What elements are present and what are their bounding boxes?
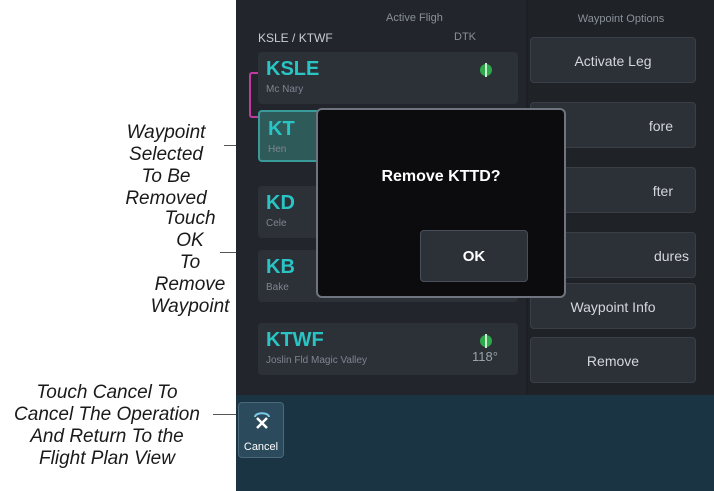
waypoint-name: Bake [266,282,289,293]
waypoint-row-ktwf[interactable]: KTWF Joslin Fld Magic Valley 118° [258,323,518,375]
waypoint-name: Joslin Fld Magic Valley [266,355,367,366]
waypoint-id: KTWF [266,329,324,351]
remove-confirm-dialog: Remove KTTD? OK [316,108,566,298]
waypoint-name: Hen [268,144,287,155]
waypoint-name: Cele [266,218,287,229]
cancel-icon [254,412,270,429]
activate-leg-button[interactable]: Activate Leg [530,37,696,83]
callout-ok: Touch OK To Remove Waypoint [150,208,230,318]
dialog-message: Remove KTTD? [381,168,501,185]
remove-button[interactable]: Remove [530,337,696,383]
waypoint-id: KD [266,192,295,214]
callout-cancel-line: Cancel The Operation [14,404,200,425]
nav-label: Active Fligh [386,12,443,24]
dtk-header: DTK [454,31,476,43]
waypoint-row-ksle[interactable]: KSLE Mc Nary [258,52,518,104]
callout-cancel: Touch Cancel To Cancel The Operation And… [0,382,214,470]
callout-ok-line: Touch OK [164,208,216,251]
callout-selected-line: Waypoint Selected [126,122,206,165]
callout-cancel-line: And Return To the [30,426,184,447]
waypoint-name: Mc Nary [266,84,304,95]
callout-cancel-line: Touch Cancel To [36,382,178,403]
waypoint-options-title: Waypoint Options [577,13,665,25]
flight-plan-header: Active Fligh KSLE / KTWF DTK [236,0,526,45]
waypoint-dtk: 118° [472,349,498,364]
bottom-bar [236,395,714,491]
airport-icon [480,334,492,348]
waypoint-id: KB [266,256,295,278]
device-screen: Active Fligh KSLE / KTWF DTK KSLE Mc Nar… [236,0,714,491]
waypoint-id: KT [268,118,295,140]
cancel-button[interactable]: Cancel [238,402,284,458]
callout-ok-line: Waypoint [150,296,230,317]
ok-button[interactable]: OK [420,230,528,282]
callout-selected: Waypoint Selected To Be Removed [110,122,222,210]
waypoint-id: KSLE [266,58,320,80]
callout-cancel-line: Flight Plan View [39,448,175,469]
airport-icon [480,63,492,77]
route-label: KSLE / KTWF [258,31,333,45]
callout-ok-line: To Remove [154,252,226,295]
cancel-label: Cancel [243,441,279,453]
callout-selected-line: To Be Removed [125,166,207,209]
